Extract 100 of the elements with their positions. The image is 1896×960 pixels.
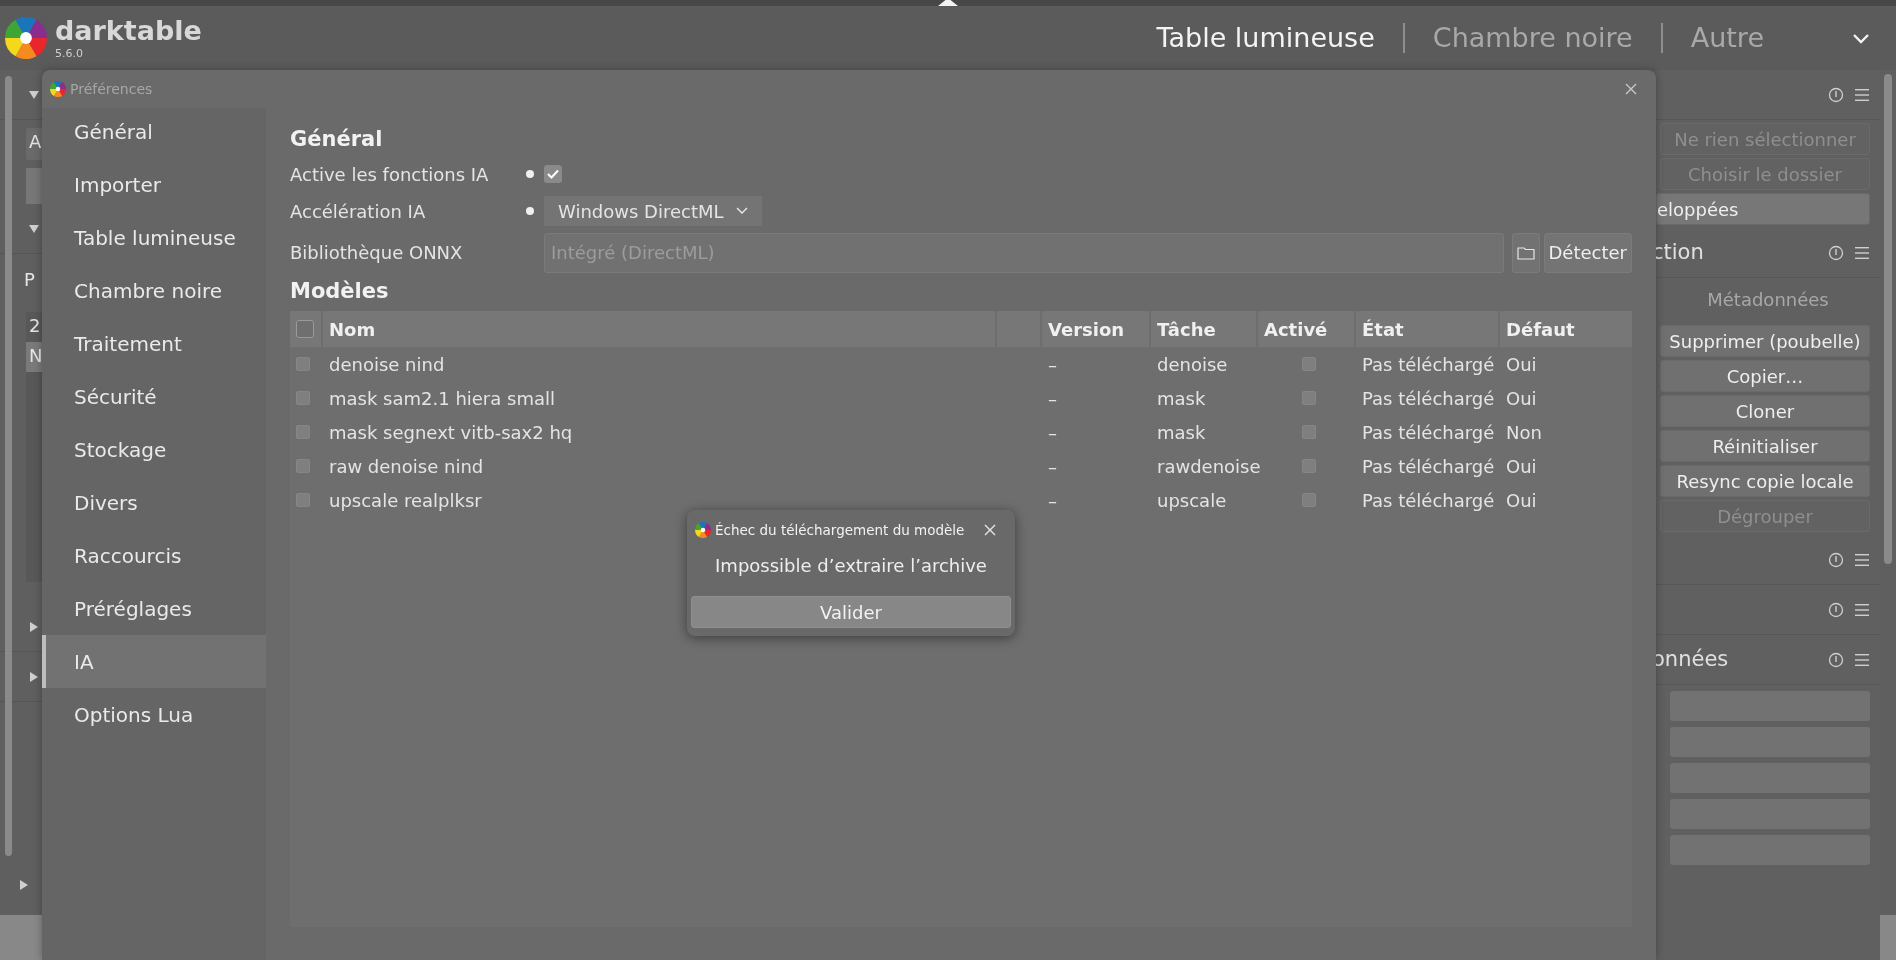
ok-button[interactable]: Valider: [691, 596, 1011, 628]
column-header[interactable]: Nom: [323, 311, 995, 347]
enabled-checkbox[interactable]: [1302, 357, 1316, 371]
sidebar-tab[interactable]: Préréglages: [42, 582, 266, 635]
action-button[interactable]: Resync copie locale: [1660, 465, 1870, 497]
sidebar-tab[interactable]: Raccourcis: [42, 529, 266, 582]
menu-icon[interactable]: [1854, 86, 1870, 103]
row-checkbox[interactable]: [296, 425, 310, 439]
table-cell-text: –: [1047, 420, 1058, 445]
column-header[interactable]: Tâche: [1151, 311, 1256, 347]
scrollbar[interactable]: [5, 76, 12, 856]
sidebar-tab[interactable]: Options Lua: [42, 688, 266, 741]
table-cell-text: –: [1047, 352, 1058, 377]
table-cell-text: Pas téléchargé: [1361, 420, 1496, 445]
row-checkbox[interactable]: [296, 459, 310, 473]
column-header[interactable]: État: [1356, 311, 1498, 347]
detect-button[interactable]: Détecter: [1543, 232, 1632, 273]
table-cell-text: Pas téléchargé: [1361, 488, 1496, 513]
expand-arrow-icon[interactable]: [18, 879, 30, 891]
sidebar-tab[interactable]: IA: [42, 635, 266, 688]
table-cell-text: denoise: [1156, 352, 1229, 377]
bottom-panel: [1880, 915, 1896, 960]
info-icon[interactable]: [1828, 601, 1844, 618]
table-cell-text: upscale: [1156, 488, 1228, 513]
folder-button[interactable]: [1511, 232, 1540, 273]
dropdown[interactable]: Windows DirectML: [544, 196, 762, 226]
info-icon[interactable]: [1828, 86, 1844, 103]
sidebar-tab[interactable]: Divers: [42, 476, 266, 529]
text-field[interactable]: A: [26, 128, 42, 160]
logo-icon: [695, 522, 711, 538]
row-checkbox[interactable]: [296, 391, 310, 405]
app-title: darktable: [55, 17, 202, 44]
row-checkbox[interactable]: [296, 357, 310, 371]
menu-icon[interactable]: [1854, 601, 1870, 618]
dialog-title: Échec du téléchargement du modèle: [715, 520, 965, 540]
info-icon[interactable]: [1828, 551, 1844, 568]
table-cell-text: mask: [1156, 420, 1207, 445]
column-header[interactable]: Défaut: [1500, 311, 1632, 347]
version-label: 5.6.0: [55, 48, 84, 59]
enabled-checkbox[interactable]: [1302, 425, 1316, 439]
expand-arrow-icon[interactable]: [28, 670, 40, 683]
table-cell-text: –: [1047, 488, 1058, 513]
collapse-arrow-icon[interactable]: [28, 222, 40, 235]
scrollbar[interactable]: [1884, 74, 1892, 564]
sidebar-tab[interactable]: Importer: [42, 158, 266, 211]
menu-icon[interactable]: [1854, 244, 1870, 261]
table-cell-text: Pas téléchargé: [1361, 454, 1496, 479]
action-button[interactable]: eloppées: [1656, 193, 1870, 225]
close-icon[interactable]: [1624, 82, 1638, 96]
sidebar-tab[interactable]: Traitement: [42, 317, 266, 370]
close-icon[interactable]: [983, 523, 997, 537]
sidebar-tab[interactable]: Table lumineuse: [42, 211, 266, 264]
list-item[interactable]: N: [26, 342, 42, 372]
panel-block: [26, 168, 42, 204]
menu-icon[interactable]: [1854, 551, 1870, 568]
table-cell-text: mask: [1156, 386, 1207, 411]
table-cell-text: Pas téléchargé: [1361, 386, 1496, 411]
sidebar-tab[interactable]: Chambre noire: [42, 264, 266, 317]
section-heading: Modèles: [290, 277, 390, 305]
table-cell-text: Oui: [1505, 454, 1538, 479]
tab-label[interactable]: Métadonnées: [1656, 278, 1880, 322]
select-all-checkbox[interactable]: [296, 320, 314, 338]
expand-arrow-icon[interactable]: [28, 620, 40, 633]
view-tab[interactable]: Table lumineuse: [1156, 17, 1375, 59]
table-cell-text: denoise nind: [328, 352, 446, 377]
enabled-checkbox[interactable]: [1302, 459, 1316, 473]
action-button[interactable]: Cloner: [1660, 395, 1870, 427]
sidebar-tab[interactable]: Sécurité: [42, 370, 266, 423]
enabled-checkbox[interactable]: [1302, 391, 1316, 405]
table-cell-text: Pas téléchargé: [1361, 352, 1496, 377]
column-header[interactable]: Activé: [1258, 311, 1354, 347]
sidebar-tab[interactable]: Stockage: [42, 423, 266, 476]
folder-icon: [1516, 245, 1535, 260]
view-tab[interactable]: Chambre noire: [1432, 17, 1633, 59]
table-cell-text: Oui: [1505, 386, 1538, 411]
collapse-arrow-icon[interactable]: [938, 0, 958, 6]
view-tab[interactable]: Autre: [1690, 17, 1764, 59]
table-cell-text: Non: [1505, 420, 1543, 445]
table-cell-text: upscale realplksr: [328, 488, 483, 513]
collapse-arrow-icon[interactable]: [28, 88, 40, 101]
action-button[interactable]: Réinitialiser: [1660, 430, 1870, 462]
info-icon[interactable]: [1828, 244, 1844, 261]
list-item[interactable]: 2: [26, 312, 42, 342]
sidebar-tab[interactable]: Général: [42, 105, 266, 158]
logo-icon: [5, 17, 47, 59]
action-button[interactable]: Supprimer (poubelle): [1660, 325, 1870, 357]
table-cell-text: Oui: [1505, 352, 1538, 377]
checkbox[interactable]: [544, 165, 562, 183]
info-icon[interactable]: [1828, 651, 1844, 668]
enabled-checkbox[interactable]: [1302, 493, 1316, 507]
action-button[interactable]: Copier…: [1660, 360, 1870, 392]
table-cell-text: Oui: [1505, 488, 1538, 513]
row-checkbox[interactable]: [296, 493, 310, 507]
setting-label: Active les fonctions IA: [290, 162, 490, 187]
column-header[interactable]: Version: [1042, 311, 1149, 347]
chevron-down-icon[interactable]: [735, 207, 748, 215]
menu-icon[interactable]: [1854, 651, 1870, 668]
table-cell-text: mask segnext vitb-sax2 hq: [328, 420, 574, 445]
bottom-panel: [0, 915, 42, 960]
section-label: P: [24, 268, 36, 292]
